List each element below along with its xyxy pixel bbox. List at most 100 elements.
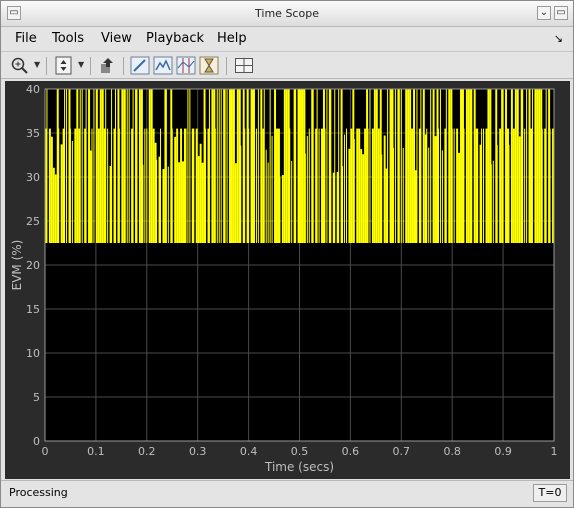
evm-trace-segment [505, 89, 508, 243]
evm-trace-segment [199, 143, 202, 243]
x-tick-label: 0.4 [240, 445, 258, 458]
layout-icon[interactable] [233, 55, 255, 76]
toolbar-separator [46, 57, 47, 75]
evm-trace-segment [150, 89, 153, 243]
evm-trace-segment [283, 89, 286, 243]
evm-trace-segment [201, 162, 204, 243]
minimize-button[interactable]: ⌄ [537, 6, 551, 20]
evm-trace-segment [88, 89, 91, 243]
window-title: Time Scope [255, 7, 319, 20]
toolbar: ▼ ▼ [1, 51, 573, 79]
y-axis-label: EVM (%) [10, 240, 24, 291]
triggers-icon[interactable] [152, 55, 174, 76]
evm-trace-segment [232, 89, 235, 243]
evm-trace-segment [60, 144, 63, 243]
evm-trace-segment [448, 89, 451, 243]
toolbar-separator [123, 57, 124, 75]
evm-trace-segment [297, 89, 300, 243]
y-tick-label: 5 [33, 391, 40, 404]
maximize-button[interactable]: ▭ [554, 6, 568, 20]
scope-display[interactable]: 0 0.1 0.2 0.3 0.4 0.5 0.6 0.7 0.8 0.9 1 0 5 10 15 20 25 3… [5, 81, 570, 479]
evm-trace-segment [260, 89, 263, 243]
evm-trace-segment [197, 156, 200, 243]
evm-trace-segment [176, 128, 179, 243]
evm-trace-segment [460, 89, 462, 243]
x-tick-label: 0.3 [189, 445, 207, 458]
evm-trace-segment [350, 128, 353, 243]
evm-trace-segment [48, 128, 51, 243]
x-axis-label: Time (secs) [264, 460, 334, 474]
menu-help[interactable]: Help [217, 31, 247, 46]
evm-trace-segment [371, 128, 374, 243]
y-tick-label: 15 [26, 303, 40, 316]
evm-trace-segment [510, 89, 513, 243]
y-tick-label: 35 [26, 127, 40, 140]
evm-trace-segment [456, 128, 459, 243]
evm-trace-segment [409, 89, 412, 243]
evm-trace-segment [121, 89, 124, 243]
evm-trace-segment [473, 89, 476, 243]
restore-view-icon[interactable] [97, 55, 119, 76]
evm-trace-segment [413, 89, 416, 243]
evm-trace-segment [348, 148, 351, 243]
evm-trace-segment [516, 89, 519, 243]
evm-trace-segment [458, 152, 461, 243]
x-tick-label: 0 [42, 445, 49, 458]
x-tick-label: 1 [551, 445, 558, 458]
simulation-time: T=0 [533, 484, 567, 502]
evm-trace-segment [467, 89, 470, 243]
menu-playback[interactable]: Playback [146, 31, 204, 46]
evm-trace-segment [373, 89, 376, 243]
evm-trace-segment [76, 89, 79, 243]
y-tick-label: 30 [26, 171, 40, 184]
zoom-dropdown-icon[interactable]: ▼ [34, 60, 40, 69]
evm-trace-segment [536, 89, 539, 243]
menu-view[interactable]: View [101, 31, 132, 46]
x-tick-label: 0.5 [291, 445, 309, 458]
evm-trace-segment [487, 89, 490, 243]
y-tick-label: 25 [26, 215, 40, 228]
dock-icon[interactable]: ↘ [554, 32, 563, 45]
evm-trace-segment [281, 175, 284, 243]
evm-trace-segment [358, 128, 361, 243]
evm-trace-segment [299, 89, 302, 243]
evm-plot: 0 0.1 0.2 0.3 0.4 0.5 0.6 0.7 0.8 0.9 105101520253… [10, 83, 558, 474]
x-tick-label: 0.2 [138, 445, 156, 458]
status-bar: Processing T=0 [1, 480, 573, 507]
evm-trace-segment [514, 89, 517, 243]
evm-trace-segment [276, 128, 278, 243]
menu-file[interactable]: File [15, 31, 37, 46]
evm-trace-segment [230, 89, 233, 243]
evm-trace-segment [211, 89, 214, 243]
evm-trace-segment [180, 128, 183, 243]
evm-trace-segment [375, 89, 378, 243]
evm-trace-segment [74, 128, 77, 243]
menu-tools[interactable]: Tools [52, 31, 84, 46]
evm-trace-segment [321, 128, 323, 243]
evm-trace-segment [229, 89, 231, 243]
evm-trace-segment [99, 89, 102, 243]
style-icon[interactable] [129, 55, 151, 76]
y-tick-label: 10 [26, 347, 40, 360]
evm-trace-segment [512, 128, 515, 243]
x-tick-label: 0.9 [494, 445, 512, 458]
evm-trace-segment [434, 136, 437, 243]
evm-trace-segment [152, 128, 155, 243]
scale-dropdown-icon[interactable]: ▼ [78, 60, 84, 69]
evm-trace-segment [465, 89, 468, 243]
evm-trace-segment [50, 136, 53, 243]
evm-trace-segment [54, 174, 57, 243]
evm-trace-segment [499, 128, 502, 243]
window-menu-button[interactable]: ▭ [7, 6, 21, 20]
zoom-in-icon[interactable] [9, 55, 31, 76]
toolbar-separator [90, 57, 91, 75]
scale-axes-icon[interactable] [53, 55, 75, 76]
evm-trace-segment [250, 89, 253, 243]
evm-trace-segment [148, 89, 151, 243]
signal-statistics-icon[interactable] [198, 55, 220, 76]
evm-trace-segment [234, 163, 237, 243]
evm-trace-segment [432, 89, 435, 243]
cursor-measurements-icon[interactable] [175, 55, 197, 76]
evm-trace-segment [377, 128, 380, 243]
evm-trace-segment [534, 89, 537, 243]
